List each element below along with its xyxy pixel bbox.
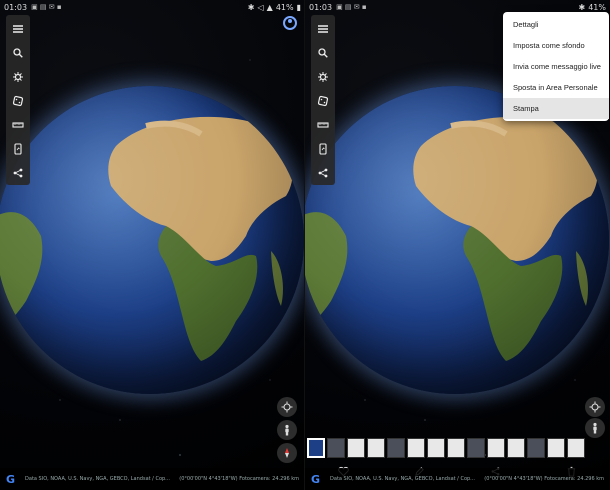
google-logo: G: [6, 472, 16, 486]
battery-icon: ▮: [296, 2, 301, 12]
camera-coordinates: (0°00'00"N 4°43'18"W) Fotocamera: 24.296…: [484, 476, 604, 482]
mute-icon: ◁: [257, 2, 264, 12]
ruler-icon[interactable]: [6, 113, 30, 137]
battery-level: 41%: [275, 2, 294, 12]
pegman-icon: [285, 424, 289, 436]
thumbnail[interactable]: [527, 438, 545, 458]
attribution-bar: G Data SIO, NOAA, U.S. Navy, NGA, GEBCO,…: [0, 468, 305, 490]
battery-level: 41%: [588, 2, 606, 12]
notification-icons: ▣ ▤ ✉ ▪: [31, 3, 62, 11]
earth-view-left[interactable]: 01:03 ▣ ▤ ✉ ▪ ✱ ◁ ▲ 41% ▮ G Data SIO, NO…: [0, 0, 305, 490]
compass-button[interactable]: [277, 443, 297, 463]
ruler-icon[interactable]: [311, 113, 335, 137]
voyager-icon[interactable]: [6, 65, 30, 89]
globe[interactable]: [0, 86, 304, 394]
thumbnail[interactable]: [367, 438, 385, 458]
thumbnail[interactable]: [427, 438, 445, 458]
globe[interactable]: [305, 86, 609, 394]
status-bar: 01:03 ▣ ▤ ✉ ▪ ✱ ◁ ▲ 41% ▮: [0, 0, 305, 14]
google-logo: G: [311, 472, 321, 486]
earth-toolbar: [6, 15, 30, 185]
menu-icon[interactable]: [311, 17, 335, 41]
data-attribution[interactable]: Data SIO, NOAA, U.S. Navy, NGA, GEBCO, L…: [25, 476, 175, 482]
camera-coordinates: (0°00'00"N 4°43'18"W) Fotocamera: 24.296…: [179, 476, 299, 482]
projects-thumbnail-strip: [305, 438, 610, 460]
search-icon[interactable]: [6, 41, 30, 65]
tablet-icon[interactable]: [311, 137, 335, 161]
thumbnail-selected[interactable]: [307, 438, 325, 458]
thumbnail[interactable]: [467, 438, 485, 458]
status-time: 01:03: [4, 2, 28, 12]
share-icon[interactable]: [6, 161, 30, 185]
menu-item-stampa[interactable]: Stampa: [503, 98, 609, 119]
screenshot-divider: [304, 0, 305, 490]
thumbnail[interactable]: [487, 438, 505, 458]
thumbnail[interactable]: [567, 438, 585, 458]
thumbnail[interactable]: [407, 438, 425, 458]
overflow-menu: Dettagli Imposta come sfondo Invia come …: [503, 12, 609, 121]
share-icon[interactable]: [311, 161, 335, 185]
thumbnail[interactable]: [327, 438, 345, 458]
thumbnail[interactable]: [387, 438, 405, 458]
bluetooth-icon: ✱: [578, 2, 586, 12]
tablet-icon[interactable]: [6, 137, 30, 161]
street-view-button[interactable]: [585, 418, 605, 438]
compass-icon: [285, 448, 289, 458]
thumbnail[interactable]: [447, 438, 465, 458]
notification-icons: ▣ ▤ ✉ ▪: [336, 3, 367, 11]
thumbnail[interactable]: [547, 438, 565, 458]
status-time: 01:03: [309, 2, 333, 12]
bluetooth-icon: ✱: [247, 2, 255, 12]
menu-item-imposta-come-sfondo[interactable]: Imposta come sfondo: [503, 35, 609, 56]
earth-toolbar: [311, 15, 335, 185]
menu-item-sposta-area-personale[interactable]: Sposta in Area Personale: [503, 77, 609, 98]
search-icon[interactable]: [311, 41, 335, 65]
street-view-button[interactable]: [277, 420, 297, 440]
my-location-button[interactable]: [585, 397, 605, 417]
thumbnail[interactable]: [347, 438, 365, 458]
signal-icon: ▲: [266, 2, 273, 12]
menu-icon[interactable]: [6, 17, 30, 41]
voyager-icon[interactable]: [311, 65, 335, 89]
globe-shading: [0, 86, 304, 394]
dice-icon[interactable]: [6, 89, 30, 113]
thumbnail[interactable]: [507, 438, 525, 458]
dice-icon[interactable]: [311, 89, 335, 113]
data-attribution[interactable]: Data SIO, NOAA, U.S. Navy, NGA, GEBCO, L…: [330, 476, 480, 482]
account-icon[interactable]: [283, 16, 297, 30]
pegman-icon: [593, 422, 597, 434]
crosshair-icon: [281, 401, 293, 413]
menu-item-invia-messaggio-live[interactable]: Invia come messaggio live: [503, 56, 609, 77]
attribution-bar: G Data SIO, NOAA, U.S. Navy, NGA, GEBCO,…: [305, 468, 610, 490]
crosshair-icon: [589, 401, 601, 413]
my-location-button[interactable]: [277, 397, 297, 417]
menu-item-dettagli[interactable]: Dettagli: [503, 14, 609, 35]
globe-shading: [305, 86, 609, 394]
